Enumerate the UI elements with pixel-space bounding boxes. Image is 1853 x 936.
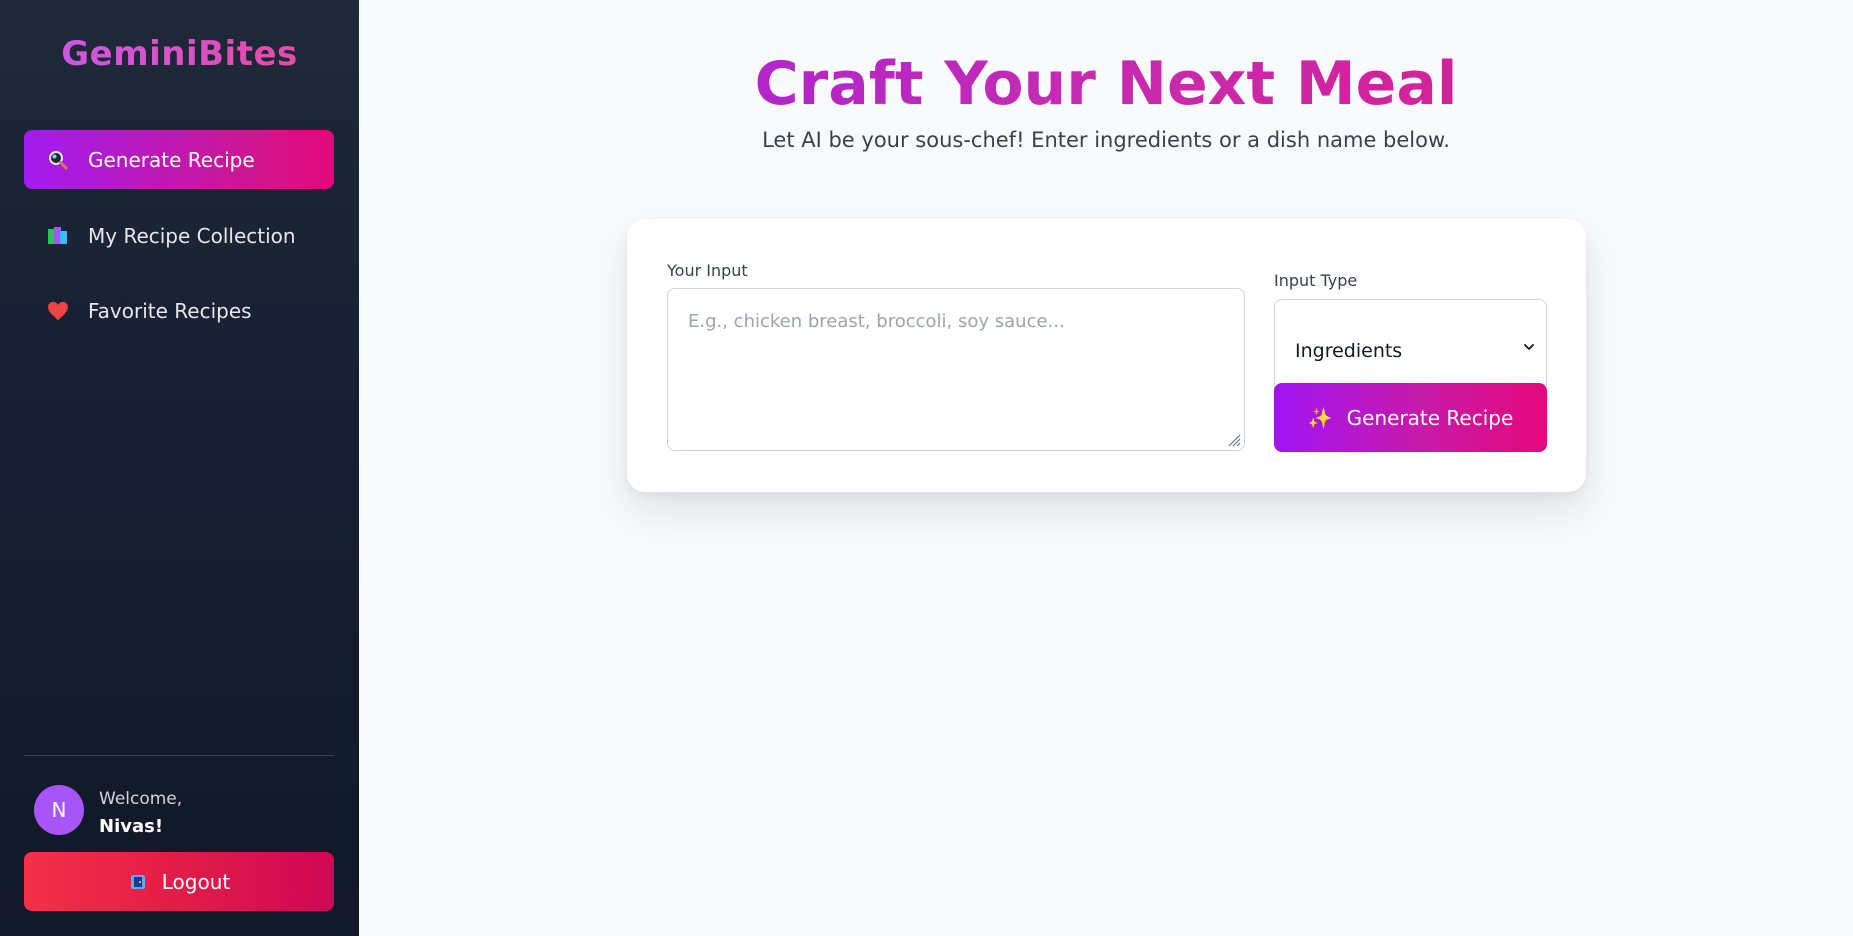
books-icon: [46, 224, 70, 248]
resize-handle-icon[interactable]: [1227, 433, 1241, 447]
sidebar: GeminiBites Generate Recipe My Recipe Co…: [0, 0, 359, 936]
sidebar-item-label: Generate Recipe: [88, 147, 255, 172]
sidebar-divider: [24, 755, 334, 756]
input-placeholder: E.g., chicken breast, broccoli, soy sauc…: [688, 311, 1065, 332]
brand-logo[interactable]: GeminiBites: [0, 34, 359, 74]
page-title: Craft Your Next Meal: [359, 48, 1853, 120]
generate-recipe-button[interactable]: ✨ Generate Recipe: [1274, 383, 1547, 452]
sidebar-item-label: My Recipe Collection: [88, 223, 296, 248]
input-label: Your Input: [667, 261, 748, 280]
main-content: Craft Your Next Meal Let AI be your sous…: [359, 0, 1853, 936]
sidebar-item-favorite-recipes[interactable]: Favorite Recipes: [24, 281, 334, 340]
sidebar-item-my-recipe-collection[interactable]: My Recipe Collection: [24, 206, 334, 265]
generate-recipe-label: Generate Recipe: [1346, 405, 1514, 430]
page-subtitle: Let AI be your sous-chef! Enter ingredie…: [762, 128, 1450, 152]
magnifier-icon: [46, 148, 70, 172]
recipe-input-card: Your Input E.g., chicken breast, broccol…: [627, 219, 1586, 492]
recipe-input-textarea[interactable]: E.g., chicken breast, broccoli, soy sauc…: [667, 288, 1245, 451]
avatar: N: [34, 785, 84, 835]
door-icon: [128, 872, 148, 892]
input-type-value: Ingredients: [1295, 340, 1403, 362]
chevron-down-icon: [1524, 344, 1534, 350]
user-name: Nivas!: [99, 816, 164, 837]
sparkles-icon: ✨: [1307, 405, 1333, 430]
welcome-greeting: Welcome,: [99, 789, 183, 809]
heart-icon: [46, 299, 70, 323]
logout-button[interactable]: Logout: [24, 852, 334, 911]
sidebar-item-label: Favorite Recipes: [88, 298, 252, 323]
sidebar-item-generate-recipe[interactable]: Generate Recipe: [24, 130, 334, 189]
welcome-block: Welcome, Nivas!: [99, 785, 182, 841]
input-type-label: Input Type: [1274, 271, 1358, 290]
logout-label: Logout: [161, 869, 231, 894]
